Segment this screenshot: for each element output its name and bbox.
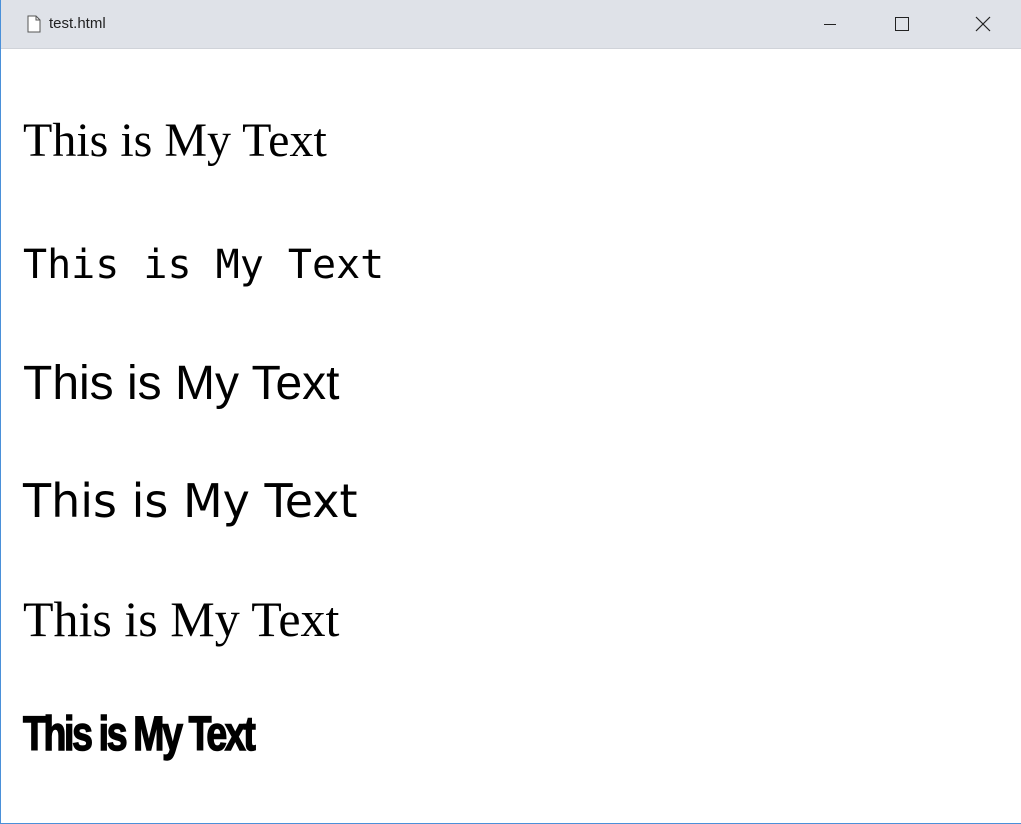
document-icon [27, 15, 41, 33]
text-line-monospace: This is My Text [23, 242, 385, 288]
text-line-serif: This is My Text [23, 114, 327, 167]
minimize-button[interactable] [807, 0, 853, 48]
text-line-serif-alt: This is My Text [23, 591, 340, 647]
close-icon [975, 16, 991, 32]
maximize-icon [895, 17, 909, 31]
text-line-sans: This is My Text [23, 357, 340, 410]
window-title: test.html [49, 15, 106, 32]
text-line-humanist-sans: This is My Text [23, 474, 358, 528]
close-button[interactable] [960, 0, 1006, 48]
maximize-button[interactable] [879, 0, 925, 48]
title-bar[interactable]: test.html [1, 0, 1021, 49]
browser-window: test.html This is My Text This is My Tex… [0, 0, 1021, 824]
minimize-icon [824, 24, 836, 25]
text-line-impact: This is My Text [22, 707, 256, 762]
